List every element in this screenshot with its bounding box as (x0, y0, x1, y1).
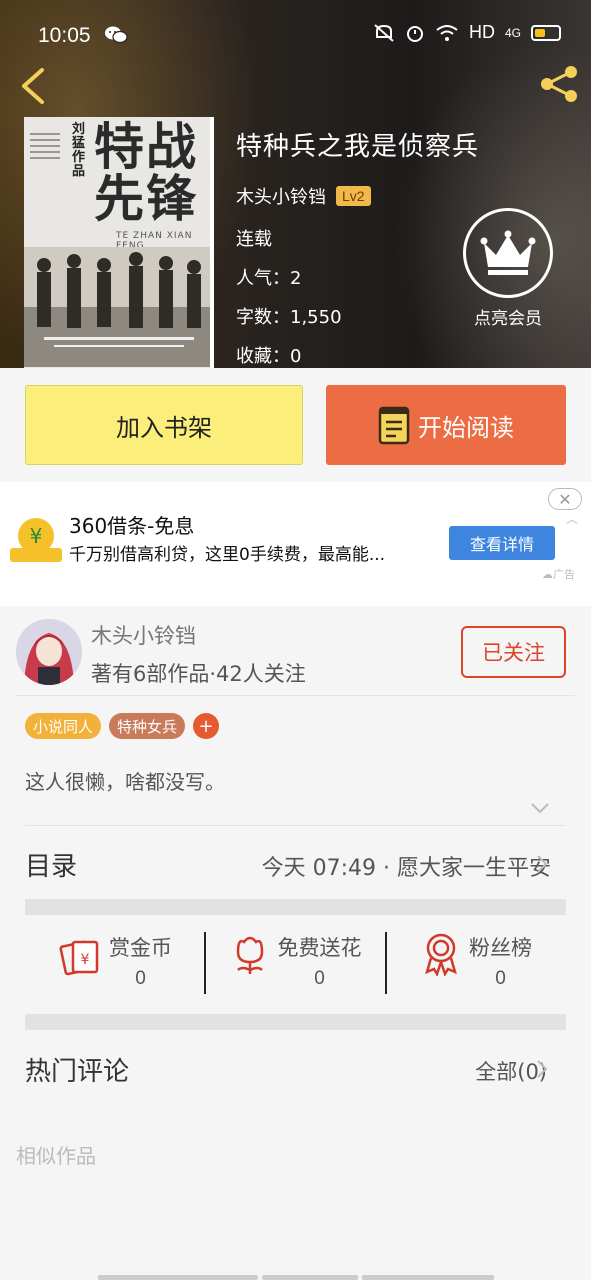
ad-description: 千万别借高利贷，这里0手续费，最高能... (69, 545, 386, 565)
action-bar: 加入书架 开始阅读 (0, 368, 591, 480)
crown-icon (480, 230, 536, 275)
divider (25, 825, 566, 826)
book-status: 连载 (236, 229, 272, 250)
vip-label: 点亮会员 (474, 309, 542, 329)
status-icons: HD 4G (373, 22, 561, 43)
status-time: 10:05 (38, 24, 91, 47)
medal-icon (425, 933, 457, 976)
avatar-image (16, 619, 82, 685)
toc-latest-chapter[interactable]: 今天 07:49 · 愿大家一生平安 (262, 850, 551, 882)
reward-stats: ¥ 赏金币 0 免费送花 0 粉丝榜 0 (25, 932, 566, 996)
tag-0[interactable]: 小说同人 (25, 713, 102, 739)
toc-chevron-icon[interactable] (536, 854, 548, 874)
red-envelope-icon: ¥ (59, 940, 99, 976)
stat-free-flower[interactable]: 免费送花 0 (206, 932, 385, 996)
expand-chevron-icon[interactable] (530, 802, 550, 814)
author-bio: 这人很懒，啥都没写。 (25, 770, 225, 794)
hot-comments-label: 热门评论 (25, 1057, 130, 1087)
ad-banner[interactable]: ¥ 360借条-免息 千万别借高利贷，这里0手续费，最高能... 查看详情 ✕ … (0, 482, 591, 606)
toc-label[interactable]: 目录 (25, 846, 77, 883)
ad-detail-button[interactable]: 查看详情 (449, 526, 555, 560)
back-chevron-icon[interactable] (16, 66, 50, 106)
svg-text:¥: ¥ (30, 524, 43, 548)
add-to-shelf-label: 加入书架 (116, 413, 212, 442)
start-reading-button[interactable]: 开始阅读 (326, 385, 566, 465)
start-reading-label: 开始阅读 (418, 413, 514, 442)
tag-1[interactable]: 特种女兵 (109, 713, 186, 739)
flower-icon (236, 936, 263, 974)
author-stats: 著有6部作品·42人关注 (91, 662, 306, 686)
mute-icon (374, 23, 394, 42)
comments-chevron-icon[interactable] (536, 1059, 548, 1079)
book-author[interactable]: 木头小铃铛 (236, 183, 326, 209)
stat-label: 赏金币 (109, 936, 172, 960)
wifi-icon (436, 24, 458, 41)
book-info: 特种兵之我是侦察兵 木头小铃铛 Lv2 连载 人气：2 字数：1,550 收藏：… (236, 120, 480, 367)
author-section: 木头小铃铛 著有6部作品·42人关注 已关注 小说同人 特种女兵 + 这人很懒，… (0, 606, 591, 1280)
network-label: HD (468, 22, 495, 42)
battery-icon (531, 24, 561, 41)
soldiers-silhouette-image (24, 247, 210, 367)
stat-value: 0 (135, 968, 146, 989)
ad-collapse-icon[interactable]: ︿ (566, 510, 578, 527)
avatar[interactable] (16, 619, 82, 685)
section-divider (25, 899, 566, 915)
nav-indicator (98, 1275, 258, 1280)
nav-indicator (262, 1275, 358, 1280)
book-header: 10:05 HD 4G 刘猛作品 特战先锋 TE ZHAN XIAN FENG (0, 0, 591, 368)
book-author-row: 木头小铃铛 Lv2 (236, 183, 479, 209)
ad-close-icon[interactable]: ✕ (548, 488, 582, 510)
book-title: 特种兵之我是侦察兵 (236, 132, 480, 162)
author-level-badge: Lv2 (336, 186, 371, 206)
cover-author: 刘猛作品 (72, 122, 86, 179)
ad-title: 360借条-免息 (69, 514, 195, 538)
signal-label: 4G (504, 25, 521, 40)
add-tag-icon[interactable]: + (193, 713, 220, 739)
cover-title: 特战先锋 (94, 117, 198, 228)
stat-fan-ranking[interactable]: 粉丝榜 0 (387, 932, 566, 996)
share-icon[interactable] (537, 62, 581, 106)
stat-value: 0 (495, 968, 506, 989)
section-divider (25, 1014, 566, 1030)
book-icon (378, 406, 410, 445)
wechat-icon (105, 26, 128, 44)
similar-works-label: 相似作品 (16, 1144, 96, 1168)
author-tags: 小说同人 特种女兵 + (25, 713, 220, 739)
svg-text:¥: ¥ (81, 952, 90, 968)
nav-indicator (362, 1275, 494, 1280)
book-cover[interactable]: 刘猛作品 特战先锋 TE ZHAN XIAN FENG (24, 117, 214, 368)
book-popularity: 人气：2 (236, 268, 302, 289)
coin-icon: ¥ (10, 518, 62, 562)
status-bar: 10:05 HD 4G (0, 0, 591, 72)
stat-value: 0 (314, 968, 325, 989)
stat-label: 粉丝榜 (469, 936, 532, 960)
book-favorites: 收藏：0 (236, 346, 302, 367)
follow-button[interactable]: 已关注 (461, 626, 566, 678)
stat-reward-coin[interactable]: ¥ 赏金币 0 (25, 932, 204, 996)
alarm-icon (406, 25, 423, 42)
book-word-count: 字数：1,550 (236, 307, 342, 328)
ad-tag: ☁广告 (542, 568, 575, 581)
vip-button[interactable]: 点亮会员 (462, 208, 554, 329)
stat-label: 免费送花 (277, 936, 362, 960)
add-to-shelf-button[interactable]: 加入书架 (25, 385, 303, 465)
divider (16, 695, 575, 696)
author-name[interactable]: 木头小铃铛 (91, 620, 196, 650)
